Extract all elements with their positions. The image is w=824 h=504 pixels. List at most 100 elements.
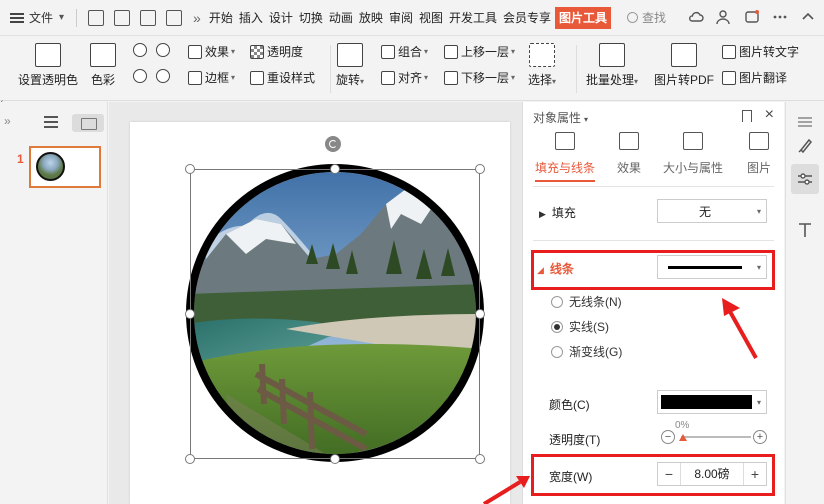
- panel-title[interactable]: 对象属性 ▾: [533, 109, 588, 126]
- resize-handle-bl[interactable]: [185, 454, 195, 464]
- select-button[interactable]: 选择▾: [528, 43, 556, 88]
- tab-effects[interactable]: 效果: [617, 132, 641, 176]
- rotate-handle-icon[interactable]: [325, 136, 341, 152]
- image-translate-button[interactable]: 图片翻译: [722, 69, 787, 86]
- bring-forward-label: 上移一层: [461, 45, 510, 59]
- close-icon[interactable]: ×: [765, 106, 774, 124]
- right-toolbar: [785, 102, 824, 504]
- color-button[interactable]: 色彩: [90, 43, 116, 88]
- resize-handle-tr[interactable]: [475, 164, 485, 174]
- collapse-ribbon-icon[interactable]: [800, 9, 816, 25]
- save-icon[interactable]: [88, 9, 105, 26]
- radio-no-line[interactable]: 无线条(N): [551, 293, 622, 310]
- outline-view-icon[interactable]: [44, 116, 58, 128]
- resize-handle-l[interactable]: [185, 309, 195, 319]
- batch-process-button[interactable]: 批量处理▾: [586, 43, 638, 88]
- more-icon[interactable]: »: [193, 10, 201, 26]
- tab-fill-and-line[interactable]: 填充与线条: [535, 132, 596, 182]
- tab-review[interactable]: 审阅: [387, 7, 415, 29]
- cloud-sync-icon[interactable]: [688, 9, 704, 25]
- fill-select[interactable]: 无 ▾: [657, 199, 767, 223]
- slide[interactable]: [130, 122, 510, 504]
- set-transparent-button[interactable]: 设置透明色: [18, 43, 78, 88]
- effects-icon: [619, 132, 639, 150]
- properties-sliders-icon[interactable]: [795, 169, 815, 189]
- group-button[interactable]: 组合 ▾: [381, 43, 428, 60]
- decrease-icon[interactable]: −: [661, 430, 675, 444]
- chevron-down-icon[interactable]: ▾: [59, 12, 64, 23]
- text-tool-icon[interactable]: [795, 220, 815, 240]
- brightness-up-button[interactable]: [133, 43, 173, 57]
- divider: [533, 240, 774, 241]
- picture-icon: [749, 132, 769, 150]
- menu-icon[interactable]: [10, 12, 24, 23]
- export-icon[interactable]: [114, 9, 131, 26]
- tab-developer[interactable]: 开发工具: [447, 7, 499, 29]
- group-icon: [381, 44, 395, 59]
- radio-selected-icon: [551, 320, 563, 333]
- radio-icon: [551, 295, 563, 308]
- reset-style-button[interactable]: 重设样式: [250, 69, 315, 86]
- tab-home[interactable]: 开始: [207, 7, 235, 29]
- more-options-icon[interactable]: [772, 9, 788, 25]
- tab-picture-tools[interactable]: 图片工具: [555, 6, 612, 29]
- resize-handle-tl[interactable]: [185, 164, 195, 174]
- send-backward-label: 下移一层: [461, 71, 510, 85]
- tab-member[interactable]: 会员专享: [501, 7, 553, 29]
- slider-track: [681, 436, 751, 438]
- image-to-pdf-button[interactable]: 图片转PDF: [654, 43, 714, 88]
- effects-button[interactable]: 效果 ▾: [188, 43, 235, 60]
- reset-style-label: 重设样式: [267, 71, 316, 85]
- brightness-button[interactable]: [133, 69, 173, 83]
- transparency-button[interactable]: 透明度: [250, 43, 303, 60]
- thumbnail-image: [36, 152, 65, 181]
- image-to-text-button[interactable]: 图片转文字: [722, 43, 799, 60]
- line-color-select[interactable]: ▾: [657, 390, 767, 414]
- resize-handle-r[interactable]: [475, 309, 485, 319]
- tab-picture[interactable]: 图片: [747, 132, 771, 176]
- batch-label: 批量处理▾: [586, 73, 639, 87]
- resize-handle-br[interactable]: [475, 454, 485, 464]
- to-text-label: 图片转文字: [739, 45, 800, 59]
- tab-transitions[interactable]: 切换: [297, 7, 325, 29]
- slide-thumbnail[interactable]: [29, 146, 101, 188]
- rotate-ccw-icon: [156, 43, 170, 57]
- search-box[interactable]: 查找: [627, 9, 666, 26]
- bring-forward-button[interactable]: 上移一层 ▾: [444, 43, 515, 60]
- increase-icon[interactable]: +: [753, 430, 767, 444]
- rotate-icon: [337, 43, 364, 67]
- border-label: 边框: [205, 71, 230, 85]
- resize-handle-t[interactable]: [330, 164, 340, 174]
- menu-lines-icon[interactable]: [795, 112, 815, 132]
- tab-slideshow[interactable]: 放映: [357, 7, 385, 29]
- send-backward-button[interactable]: 下移一层 ▾: [444, 69, 515, 86]
- fill-section-toggle[interactable]: ▶ 填充: [539, 204, 576, 221]
- slide-view-icon[interactable]: [72, 114, 104, 132]
- slider-thumb[interactable]: [679, 434, 687, 441]
- tab-animations[interactable]: 动画: [327, 7, 355, 29]
- border-button[interactable]: 边框 ▾: [188, 69, 235, 86]
- rocket-icon[interactable]: [795, 136, 815, 156]
- resize-handle-b[interactable]: [330, 454, 340, 464]
- expand-pane-icon[interactable]: »: [4, 114, 11, 128]
- file-menu[interactable]: 文件: [29, 9, 53, 26]
- to-pdf-label: 图片转PDF: [654, 73, 715, 87]
- align-button[interactable]: 对齐 ▾: [381, 69, 428, 86]
- tab-insert[interactable]: 插入: [237, 7, 265, 29]
- pin-icon[interactable]: [742, 110, 752, 122]
- rotate-button[interactable]: 旋转▾: [336, 43, 364, 88]
- tab-view[interactable]: 视图: [417, 7, 445, 29]
- selection-box: [190, 169, 480, 459]
- share-user-icon[interactable]: [716, 9, 732, 25]
- radio-gradient-line[interactable]: 渐变线(G): [551, 343, 622, 360]
- image-to-text-icon: [722, 44, 736, 59]
- tab-size-and-properties[interactable]: 大小与属性: [663, 132, 723, 176]
- tab-design[interactable]: 设计: [267, 7, 295, 29]
- print-icon[interactable]: [140, 9, 157, 26]
- transparency-slider[interactable]: − 0% +: [661, 420, 771, 446]
- chevron-down-icon: ▾: [756, 206, 761, 216]
- print-preview-icon[interactable]: [166, 9, 183, 26]
- notification-icon[interactable]: [744, 9, 760, 25]
- radio-solid-line[interactable]: 实线(S): [551, 318, 609, 335]
- transparency-icon: [250, 44, 264, 59]
